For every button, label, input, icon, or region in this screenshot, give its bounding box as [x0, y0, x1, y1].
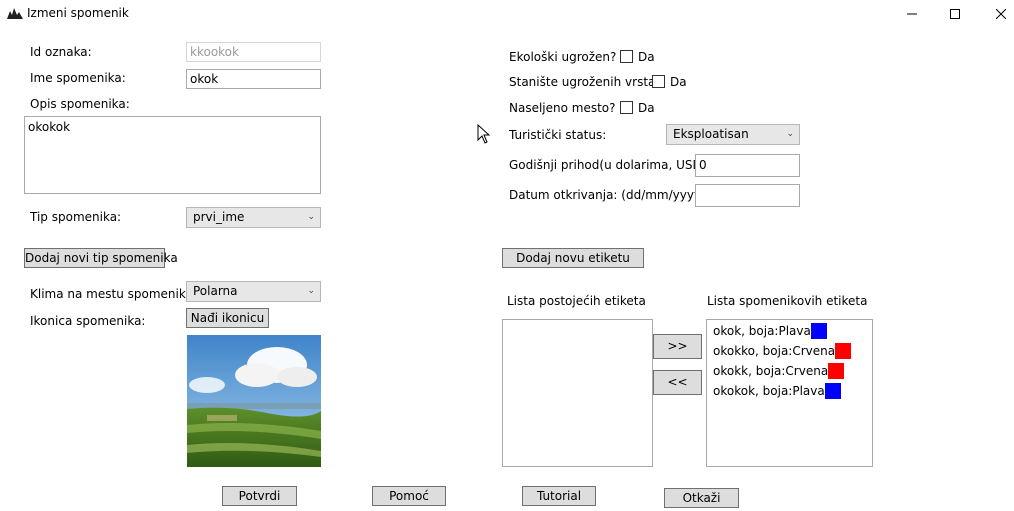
chevron-down-icon: ⌄ — [786, 129, 794, 139]
tag-item[interactable]: okokk, boja:Crvena — [713, 363, 845, 379]
tourist-label: Turistički status: — [509, 128, 607, 142]
monument-icon-image — [187, 335, 321, 467]
tag-color-swatch — [810, 323, 827, 339]
window-title: Izmeni spomenik — [27, 6, 129, 20]
climate-label: Klima na mestu spomenika: — [30, 287, 197, 301]
existing-tags-list[interactable] — [502, 319, 653, 467]
add-tag-button[interactable]: Dodaj novu etiketu — [502, 248, 644, 268]
minimize-icon — [907, 13, 917, 15]
description-field[interactable]: okokok — [24, 116, 321, 194]
settlement-da-label: Da — [638, 101, 655, 115]
minimize-button[interactable] — [889, 0, 935, 28]
monument-tags-label: Lista spomenikovih etiketa — [707, 294, 868, 308]
confirm-button[interactable]: Potvrdi — [222, 486, 297, 506]
tag-item-label: okokk, boja:Crvena — [713, 364, 829, 378]
type-select[interactable]: prvi_ime ⌄ — [186, 207, 321, 228]
close-button[interactable] — [978, 0, 1014, 28]
add-type-button[interactable]: Dodaj novi tip spomenika — [24, 248, 178, 268]
settlement-checkbox[interactable] — [620, 101, 633, 114]
tag-item-label: okok, boja:Plava — [713, 324, 811, 338]
income-label: Godišnji prihod(u dolarima, USD): — [509, 158, 711, 172]
type-label: Tip spomenika: — [30, 210, 122, 224]
chevron-down-icon: ⌄ — [307, 212, 315, 222]
cancel-button[interactable]: Otkaži — [664, 488, 739, 508]
close-icon — [996, 9, 1006, 19]
find-icon-button[interactable]: Nađi ikonicu — [186, 308, 269, 328]
tourist-select-value: Eksploatisan — [673, 127, 749, 141]
date-label: Datum otkrivanja: (dd/mm/yyyy) — [509, 188, 706, 202]
tag-item[interactable]: okokko, boja:Crvena — [713, 343, 852, 359]
name-field[interactable]: okok — [186, 69, 321, 89]
tag-item-label: okokok, boja:Plava — [713, 384, 825, 398]
move-left-button[interactable]: << — [653, 370, 702, 395]
type-select-value: prvi_ime — [193, 210, 245, 224]
climate-select-value: Polarna — [193, 284, 238, 298]
settlement-label: Naseljeno mesto? — [509, 101, 616, 115]
mouse-cursor-icon — [477, 123, 491, 147]
description-label: Opis spomenika: — [30, 97, 130, 111]
maximize-icon — [950, 9, 960, 19]
eco-checkbox[interactable] — [620, 50, 633, 63]
eco-label: Ekološki ugrožen? — [509, 50, 617, 64]
maximize-button[interactable] — [932, 0, 978, 28]
tag-color-swatch — [835, 343, 852, 359]
tag-color-swatch — [828, 363, 845, 379]
tag-item[interactable]: okokok, boja:Plava — [713, 383, 841, 399]
tag-color-swatch — [824, 383, 841, 399]
id-label: Id oznaka: — [30, 45, 92, 59]
date-field[interactable] — [695, 184, 800, 207]
move-right-button[interactable]: >> — [653, 334, 702, 359]
tag-item[interactable]: okok, boja:Plava — [713, 323, 827, 339]
habitat-checkbox[interactable] — [652, 75, 665, 88]
monument-tags-list[interactable]: okok, boja:Plava okokko, boja:Crvena oko… — [706, 319, 873, 467]
habitat-label: Stanište ugroženih vrsta? — [509, 75, 662, 89]
income-field[interactable]: 0 — [695, 154, 800, 177]
habitat-da-label: Da — [670, 75, 687, 89]
chevron-down-icon: ⌄ — [307, 286, 315, 296]
tourist-select[interactable]: Eksploatisan ⌄ — [666, 124, 800, 145]
existing-tags-label: Lista postojećih etiketa — [507, 294, 646, 308]
eco-da-label: Da — [638, 50, 655, 64]
icon-label: Ikonica spomenika: — [30, 314, 146, 328]
name-label: Ime spomenika: — [30, 71, 126, 85]
help-button[interactable]: Pomoć — [372, 486, 446, 506]
id-field: kkookok — [186, 42, 321, 62]
app-icon — [7, 6, 23, 20]
climate-select[interactable]: Polarna ⌄ — [186, 281, 321, 302]
tag-item-label: okokko, boja:Crvena — [713, 344, 836, 358]
title-bar: Izmeni spomenik — [0, 0, 1014, 28]
tutorial-button[interactable]: Tutorial — [522, 486, 596, 506]
